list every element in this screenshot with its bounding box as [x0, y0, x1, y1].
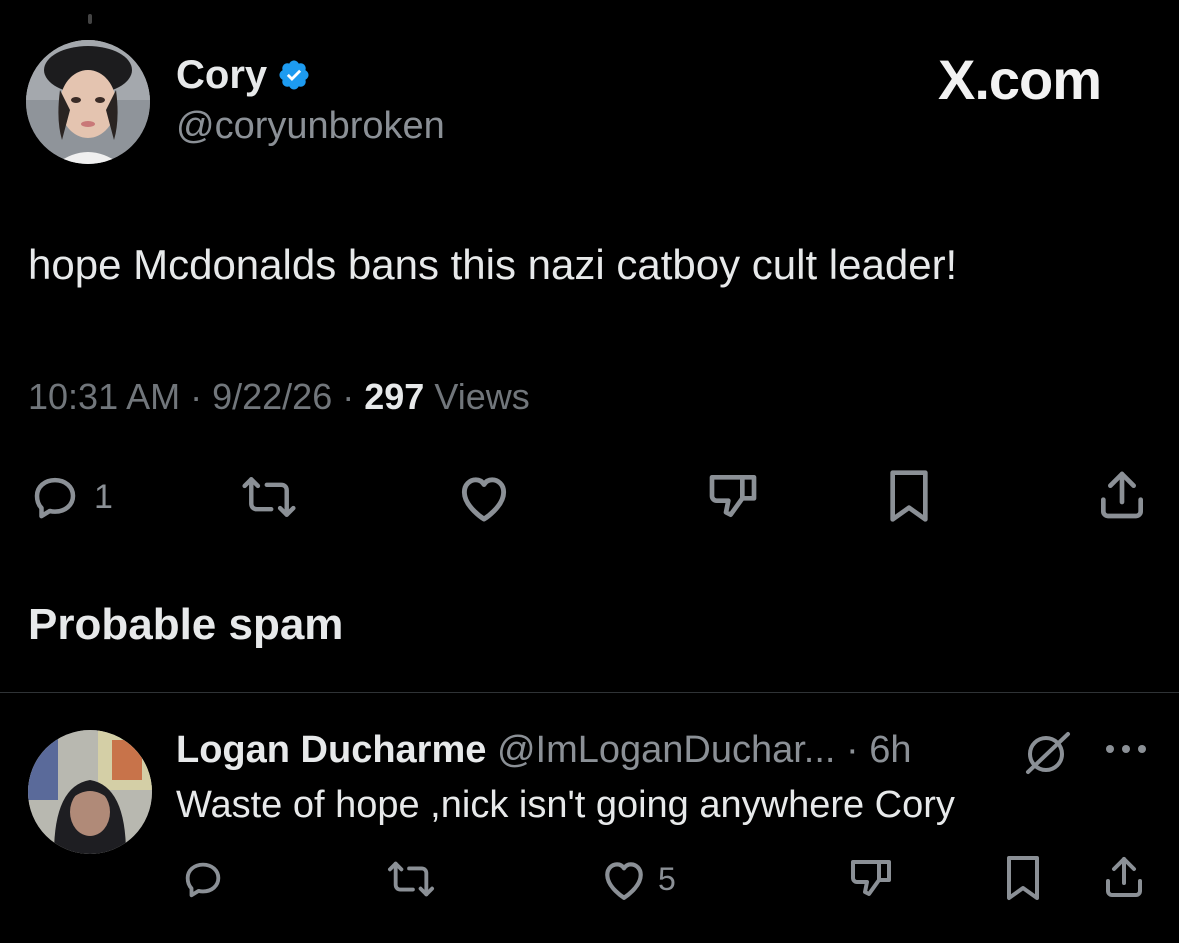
- author-avatar[interactable]: [26, 40, 150, 164]
- meta-separator: ·: [180, 376, 213, 417]
- section-title: Probable spam: [28, 600, 344, 649]
- dislike-icon[interactable]: [704, 468, 762, 524]
- reply-separator: ·: [835, 729, 870, 771]
- reply-author-avatar[interactable]: [28, 730, 152, 854]
- views-count: 297: [364, 376, 425, 417]
- reply-button[interactable]: 1: [28, 470, 113, 524]
- author-handle[interactable]: @coryunbroken: [176, 104, 445, 148]
- reply-icon: [28, 470, 82, 524]
- reply-share-icon[interactable]: [1100, 852, 1148, 902]
- reply-time[interactable]: 6h: [869, 729, 911, 771]
- retweet-icon[interactable]: [238, 470, 300, 524]
- share-icon[interactable]: [1094, 466, 1150, 524]
- verified-badge-icon: [277, 58, 311, 92]
- tweet-meta: 10:31 AM · 9/22/26 · 297 Views: [28, 376, 530, 418]
- tweet-time: 10:31 AM: [28, 376, 181, 417]
- tweet-date[interactable]: 9/22/26: [212, 376, 332, 417]
- reply-count: 1: [94, 477, 113, 516]
- grok-icon[interactable]: [1022, 728, 1074, 776]
- reply-header: Logan Ducharme @ImLoganDuchar... · 6h: [176, 728, 912, 772]
- reply-dislike-icon[interactable]: [846, 854, 896, 902]
- like-icon[interactable]: [454, 470, 514, 524]
- divider: [0, 692, 1179, 693]
- reply-author-name[interactable]: Logan Ducharme: [176, 729, 486, 771]
- bookmark-icon[interactable]: [884, 468, 934, 524]
- reply-retweet-icon[interactable]: [384, 856, 438, 902]
- more-options-icon[interactable]: [1102, 742, 1150, 756]
- reply-like-icon: [598, 856, 650, 902]
- tweet-text: hope Mcdonalds bans this nazi catboy cul…: [28, 241, 958, 288]
- reply-author-handle[interactable]: @ImLoganDuchar...: [497, 729, 836, 771]
- meta-separator: ·: [332, 376, 365, 417]
- reply-like-button[interactable]: 5: [598, 856, 676, 902]
- views-label: Views: [434, 376, 530, 417]
- status-indicator: [88, 14, 92, 24]
- brand-label: X.com: [938, 48, 1102, 111]
- reply-bookmark-icon[interactable]: [1002, 854, 1044, 902]
- author-name[interactable]: Cory: [176, 52, 267, 98]
- reply-reply-icon[interactable]: [180, 856, 226, 902]
- reply-like-count: 5: [658, 860, 676, 897]
- reply-text: Waste of hope ,nick isn't going anywhere…: [176, 784, 955, 826]
